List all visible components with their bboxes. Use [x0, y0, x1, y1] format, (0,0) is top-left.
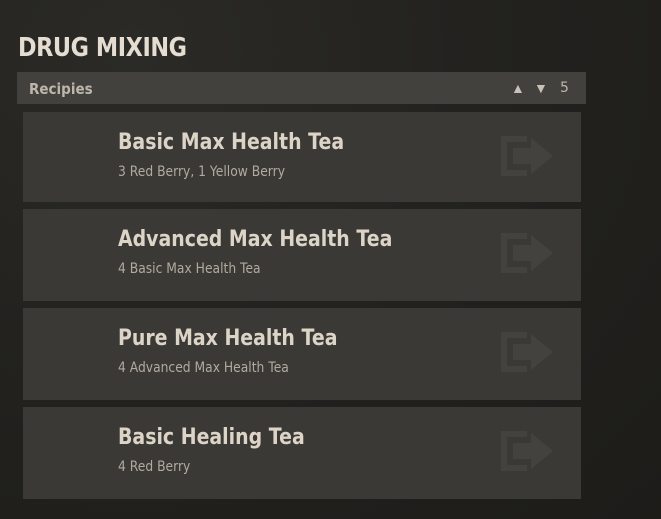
recipe-count: 5: [560, 80, 569, 96]
craft-arrow-icon[interactable]: [499, 229, 555, 277]
recipe-ingredients: 4 Basic Max Health Tea: [118, 261, 261, 277]
craft-arrow-icon[interactable]: [499, 328, 555, 376]
scroll-up-icon[interactable]: ▲: [511, 80, 525, 96]
recipe-name: Basic Max Health Tea: [118, 130, 345, 155]
craft-arrow-icon[interactable]: [499, 132, 555, 180]
recipe-ingredients: 4 Red Berry: [118, 459, 191, 475]
page-title: DRUG MIXING: [18, 33, 187, 63]
recipe-list: Basic Max Health Tea 3 Red Berry, 1 Yell…: [23, 112, 581, 506]
scroll-down-icon[interactable]: ▼: [534, 80, 548, 96]
recipe-name: Advanced Max Health Tea: [118, 227, 393, 252]
recipe-item[interactable]: Basic Healing Tea 4 Red Berry: [23, 407, 581, 499]
recipe-name: Basic Healing Tea: [118, 425, 305, 450]
recipe-item[interactable]: Advanced Max Health Tea 4 Basic Max Heal…: [23, 209, 581, 301]
recipe-item[interactable]: Pure Max Health Tea 4 Advanced Max Healt…: [23, 308, 581, 400]
recipe-name: Pure Max Health Tea: [118, 326, 338, 351]
recipe-ingredients: 3 Red Berry, 1 Yellow Berry: [118, 164, 285, 180]
craft-arrow-icon[interactable]: [499, 427, 555, 475]
recipe-item[interactable]: Basic Max Health Tea 3 Red Berry, 1 Yell…: [23, 112, 581, 202]
recipes-panel-header: Recipies ▲ ▼ 5: [17, 72, 586, 104]
recipes-header-label: Recipies: [29, 80, 93, 98]
recipe-ingredients: 4 Advanced Max Health Tea: [118, 360, 289, 376]
